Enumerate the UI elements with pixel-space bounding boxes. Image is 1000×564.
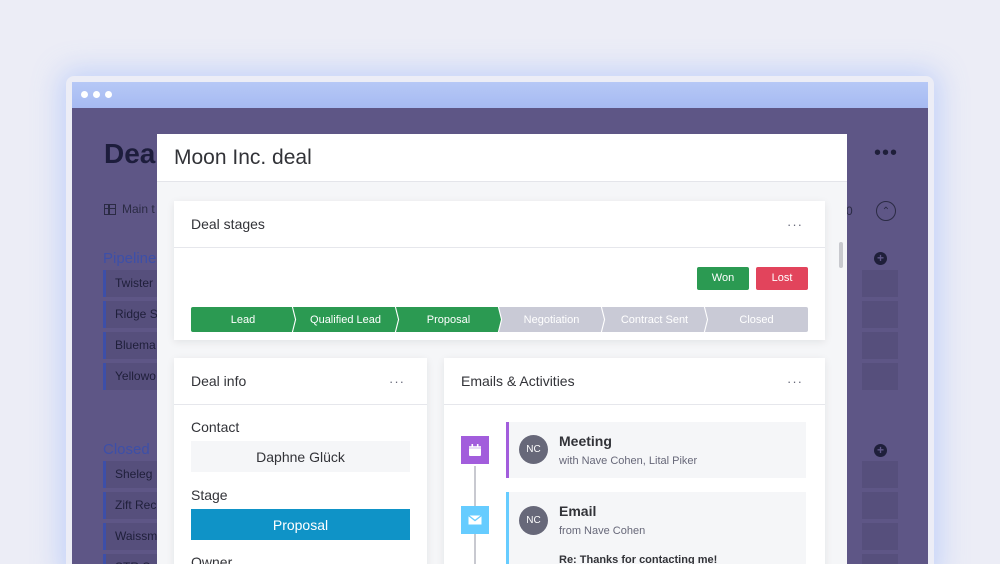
scrollbar-thumb[interactable]	[839, 242, 843, 268]
chevron-up-icon[interactable]: ⌃	[876, 201, 896, 221]
stage-pipeline: Lead Qualified Lead Proposal Negotiation…	[191, 307, 808, 332]
modal-title: Moon Inc. deal	[157, 134, 847, 182]
table-cell	[862, 461, 898, 488]
table-row[interactable]: Ridge S	[103, 301, 163, 328]
owner-label: Owner	[191, 554, 233, 564]
table-row[interactable]: STR S	[103, 554, 163, 564]
stage-proposal[interactable]: Proposal	[396, 307, 501, 332]
board-count-fragment: 0	[846, 204, 853, 218]
table-cell	[862, 492, 898, 519]
window-dot-icon	[81, 91, 88, 98]
deal-stages-card: Deal stages ··· Won Lost Lead Qualified …	[174, 201, 825, 340]
table-row[interactable]: Waissm	[103, 523, 163, 550]
card-menu-button[interactable]: ···	[787, 358, 803, 405]
email-preview: Re: Thanks for contacting me!	[559, 554, 718, 564]
deal-info-card: Deal info ··· Contact Daphne Glück Stage…	[174, 358, 427, 564]
window-dot-icon	[93, 91, 100, 98]
table-cell	[862, 301, 898, 328]
mail-icon	[461, 506, 489, 534]
calendar-icon	[461, 436, 489, 464]
group-title-pipeline[interactable]: Pipeline	[103, 250, 156, 267]
activity-title: Email	[559, 503, 597, 519]
table-row[interactable]: Sheleg	[103, 461, 163, 488]
emails-activities-card: Emails & Activities ··· NC Meeting with …	[444, 358, 825, 564]
card-title: Deal info	[191, 373, 247, 389]
stage-label: Stage	[191, 487, 228, 503]
stage-qualified-lead[interactable]: Qualified Lead	[293, 307, 398, 332]
table-cell	[862, 332, 898, 359]
lost-button[interactable]: Lost	[756, 267, 808, 290]
deal-info-header: Deal info ···	[174, 358, 427, 405]
table-icon	[104, 203, 116, 215]
add-item-icon[interactable]: +	[874, 252, 887, 265]
deal-modal: Moon Inc. deal Deal stages ··· Won Lost …	[157, 134, 847, 564]
view-label: Main t	[122, 202, 155, 216]
stage-closed[interactable]: Closed	[705, 307, 808, 332]
table-cell	[862, 523, 898, 550]
table-cell	[862, 554, 898, 564]
card-menu-button[interactable]: ···	[787, 201, 803, 248]
avatar: NC	[519, 506, 548, 535]
window-dot-icon	[105, 91, 112, 98]
stage-lead[interactable]: Lead	[191, 307, 295, 332]
card-menu-button[interactable]: ···	[389, 358, 405, 405]
board-more-button[interactable]: •••	[874, 142, 898, 165]
activity-subtitle: from Nave Cohen	[559, 525, 646, 537]
emails-activities-header: Emails & Activities ···	[444, 358, 825, 405]
card-title: Emails & Activities	[461, 373, 575, 389]
stage-contract-sent[interactable]: Contract Sent	[602, 307, 707, 332]
activity-subtitle: with Nave Cohen, Lital Piker	[559, 455, 698, 467]
stage-negotiation[interactable]: Negotiation	[499, 307, 604, 332]
table-cell	[862, 363, 898, 390]
table-row[interactable]: Yellowo	[103, 363, 163, 390]
activity-meeting[interactable]: NC Meeting with Nave Cohen, Lital Piker	[506, 422, 806, 478]
window-titlebar	[72, 82, 928, 108]
board-title: Deal	[104, 138, 164, 169]
deal-stages-header: Deal stages ···	[174, 201, 825, 248]
won-button[interactable]: Won	[697, 267, 749, 290]
group-title-closed[interactable]: Closed	[103, 441, 150, 458]
card-title: Deal stages	[191, 216, 265, 232]
table-cell	[862, 270, 898, 297]
contact-label: Contact	[191, 419, 240, 435]
table-row[interactable]: Twister	[103, 270, 163, 297]
activity-email[interactable]: NC Email from Nave Cohen Re: Thanks for …	[506, 492, 806, 564]
table-row[interactable]: Bluema	[103, 332, 163, 359]
stage-status-field[interactable]: Proposal	[191, 509, 410, 540]
activity-title: Meeting	[559, 433, 612, 449]
contact-field[interactable]: Daphne Glück	[191, 441, 410, 472]
table-row[interactable]: Zift Rec	[103, 492, 163, 519]
add-item-icon[interactable]: +	[874, 444, 887, 457]
avatar: NC	[519, 435, 548, 464]
main-table-view-tab[interactable]: Main t	[104, 202, 155, 216]
